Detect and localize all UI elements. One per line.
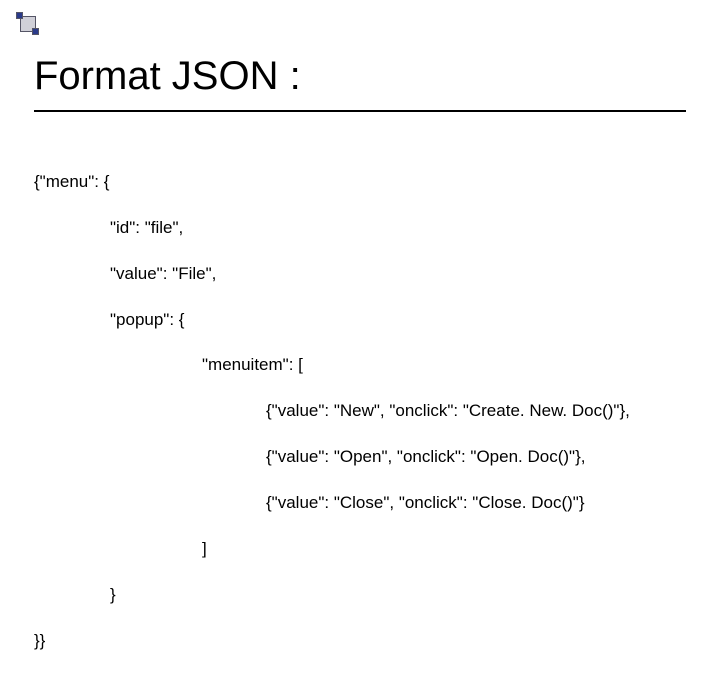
code-line: {"value": "Open", "onclick": "Open. Doc(… [34,446,630,469]
decor-square-small-bottom [32,28,39,35]
code-line: "id": "file", [34,217,630,240]
json-code-block: {"menu": { "id": "file", "value": "File"… [34,148,630,676]
code-line: "popup": { [34,309,630,332]
code-line: ] [34,538,630,561]
code-line: "value": "File", [34,263,630,286]
code-line: } [34,584,630,607]
code-line: {"value": "Close", "onclick": "Close. Do… [34,492,630,515]
code-line: {"menu": { [34,171,630,194]
slide-title: Format JSON : [34,54,301,99]
title-underline [34,110,686,112]
slide-bullet-decoration [16,12,46,42]
code-line: "menuitem": [ [34,354,630,377]
code-line: }} [34,630,630,653]
code-line: {"value": "New", "onclick": "Create. New… [34,400,630,423]
decor-square-small-top [16,12,23,19]
